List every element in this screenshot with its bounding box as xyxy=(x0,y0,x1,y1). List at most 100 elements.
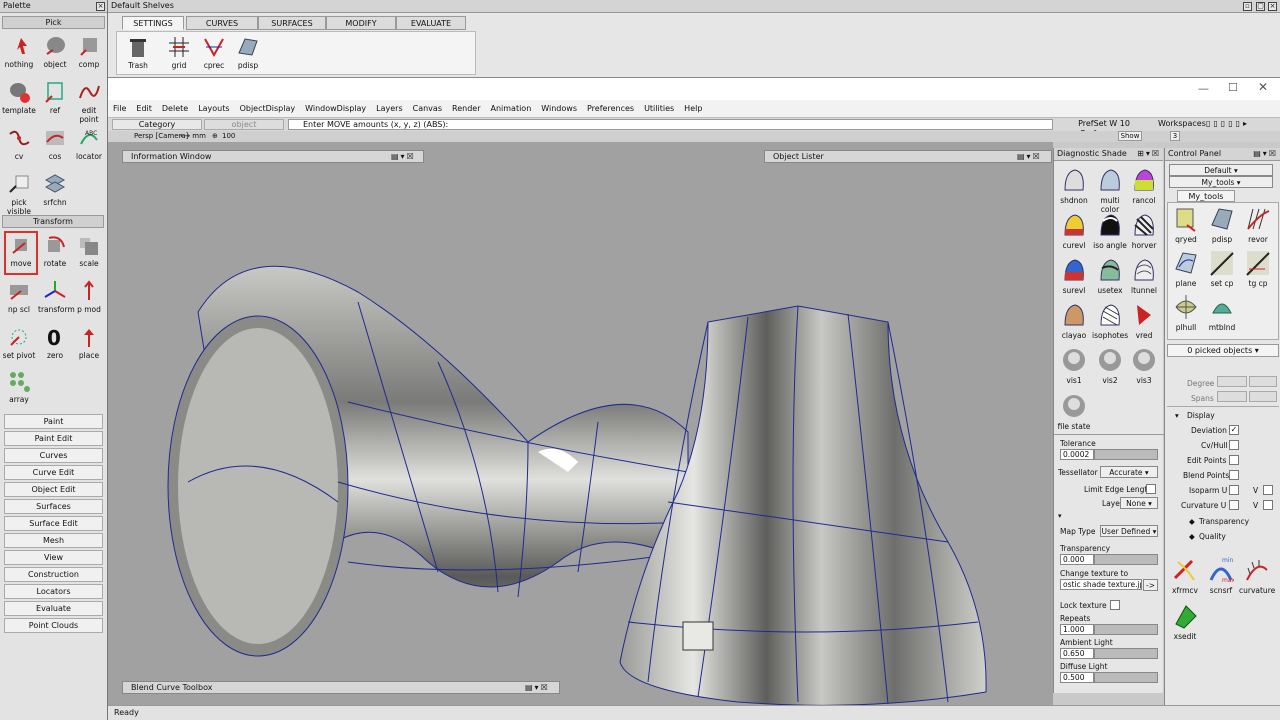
limit-edge-checkbox[interactable] xyxy=(1146,484,1156,494)
isoparm-v-checkbox[interactable] xyxy=(1263,485,1273,495)
tool-cprec[interactable]: cprec xyxy=(197,35,231,70)
tool-xsedit[interactable]: xsedit xyxy=(1167,602,1203,641)
tool-plane[interactable]: plane xyxy=(1168,249,1204,288)
tool-tg-cp[interactable]: tg cp xyxy=(1240,249,1276,288)
edit-points-checkbox[interactable] xyxy=(1229,455,1239,465)
tool-horver[interactable]: horver xyxy=(1126,211,1162,250)
menu-objectdisplay[interactable]: ObjectDisplay xyxy=(235,100,301,118)
texture-browse-button[interactable]: -> xyxy=(1143,579,1158,591)
expand-arrow-icon[interactable]: ◆ xyxy=(1189,532,1195,541)
tool-ref[interactable]: ref xyxy=(38,80,72,115)
texture-path-input[interactable]: ostic shade texture.jpg xyxy=(1060,579,1142,590)
close-icon[interactable]: × xyxy=(96,2,105,11)
menu-surface-edit[interactable]: Surface Edit xyxy=(4,516,103,531)
tool-iso-angle[interactable]: iso angle xyxy=(1092,211,1128,250)
map-type-select[interactable]: User Defined ▾ xyxy=(1100,525,1158,537)
menu-help[interactable]: Help xyxy=(679,100,707,118)
isoparm-u-checkbox[interactable] xyxy=(1229,485,1239,495)
menu-curve-edit[interactable]: Curve Edit xyxy=(4,465,103,480)
tool-plhull[interactable]: plhull xyxy=(1168,293,1204,332)
menu-view[interactable]: View xyxy=(4,550,103,565)
menu-delete[interactable]: Delete xyxy=(157,100,193,118)
menu-layouts[interactable]: Layouts xyxy=(193,100,234,118)
curvature-v-checkbox[interactable] xyxy=(1263,500,1273,510)
menu-point-clouds[interactable]: Point Clouds xyxy=(4,618,103,633)
preset-select[interactable]: Default ▾ xyxy=(1169,164,1273,176)
tool-vred[interactable]: vred xyxy=(1126,301,1162,340)
close-icon[interactable]: ✕ xyxy=(1258,80,1268,94)
object-lister-bar[interactable]: Object Lister ▤▾☒ xyxy=(764,150,1052,163)
tool-clayao[interactable]: clayao xyxy=(1056,301,1092,340)
tool-place[interactable]: place xyxy=(72,325,106,360)
expand-arrow-icon[interactable]: ◆ xyxy=(1189,517,1195,526)
menu-animation[interactable]: Animation xyxy=(485,100,536,118)
diffuse-light-input[interactable]: 0.500 xyxy=(1060,672,1094,683)
repeats-slider[interactable] xyxy=(1094,624,1158,635)
tool-array[interactable]: array xyxy=(2,369,36,404)
tab-modify[interactable]: MODIFY xyxy=(326,16,396,30)
degree-input-v[interactable] xyxy=(1249,376,1277,387)
ambient-light-slider[interactable] xyxy=(1094,648,1158,659)
layer-select[interactable]: None ▾ xyxy=(1120,497,1158,509)
tool-vis2[interactable]: vis2 xyxy=(1092,346,1128,385)
menu-paint[interactable]: Paint xyxy=(4,414,103,429)
tool-locator[interactable]: ABC locator xyxy=(72,126,106,161)
spans-input-v[interactable] xyxy=(1249,391,1277,402)
tool-curevl[interactable]: curevl xyxy=(1056,211,1092,250)
tool-nothing[interactable]: nothing xyxy=(2,34,36,69)
tool-vis1[interactable]: vis1 xyxy=(1056,346,1092,385)
cv-hull-checkbox[interactable] xyxy=(1229,440,1239,450)
menu-object-edit[interactable]: Object Edit xyxy=(4,482,103,497)
tool-srfchn[interactable]: srfchn xyxy=(38,172,72,207)
tool-trash[interactable]: Trash xyxy=(121,35,155,70)
tool-pdisp[interactable]: pdisp xyxy=(1204,205,1240,244)
minimize-icon[interactable]: ▫ xyxy=(1243,2,1252,11)
menu-preferences[interactable]: Preferences xyxy=(582,100,639,118)
deviation-checkbox[interactable]: ✓ xyxy=(1229,425,1239,435)
hourglass-surface[interactable] xyxy=(167,265,689,657)
menu-layers[interactable]: Layers xyxy=(371,100,407,118)
transparency-section[interactable]: Transparency xyxy=(1199,517,1249,526)
tool-isophotes[interactable]: isophotes xyxy=(1092,301,1128,340)
curvature-u-checkbox[interactable] xyxy=(1229,500,1239,510)
tab-curves[interactable]: CURVES xyxy=(186,16,258,30)
transform-section-header[interactable]: Transform xyxy=(2,215,104,228)
window-controls-icon[interactable]: ▤▾☒ xyxy=(391,151,416,162)
spans-input[interactable] xyxy=(1217,391,1247,402)
workspaces-label[interactable]: Workspaces xyxy=(1158,119,1206,130)
window-controls-icon[interactable]: ▤▾☒ xyxy=(1253,148,1280,160)
menu-construction[interactable]: Construction xyxy=(4,567,103,582)
tool-p-mod[interactable]: p mod xyxy=(72,279,106,314)
tool-grid[interactable]: grid xyxy=(162,35,196,70)
menu-evaluate[interactable]: Evaluate xyxy=(4,601,103,616)
menu-locators[interactable]: Locators xyxy=(4,584,103,599)
tool-mtblnd[interactable]: mtblnd xyxy=(1204,293,1240,332)
transparency-input[interactable]: 0.000 xyxy=(1060,554,1094,565)
vase-surface[interactable] xyxy=(619,305,987,706)
tool-ltunnel[interactable]: ltunnel xyxy=(1126,256,1162,295)
diffuse-light-slider[interactable] xyxy=(1094,672,1158,683)
tool-revor[interactable]: revor xyxy=(1240,205,1276,244)
tab-surfaces[interactable]: SURFACES xyxy=(258,16,326,30)
menu-edit[interactable]: Edit xyxy=(131,100,157,118)
lock-texture-checkbox[interactable] xyxy=(1110,600,1120,610)
menu-file[interactable]: File xyxy=(108,100,131,118)
tool-curvature[interactable]: curvature xyxy=(1239,556,1275,595)
information-window-bar[interactable]: Information Window ▤▾☒ xyxy=(122,150,424,163)
tool-rancol[interactable]: rancol xyxy=(1126,166,1162,205)
degree-input[interactable] xyxy=(1217,376,1247,387)
repeats-input[interactable]: 1.000 xyxy=(1060,624,1094,635)
prompt-input[interactable]: Enter MOVE amounts (x, y, z) (ABS): xyxy=(288,119,1053,130)
blend-points-checkbox[interactable] xyxy=(1229,470,1239,480)
category-label[interactable]: Category xyxy=(112,119,202,130)
minimize-icon[interactable]: — xyxy=(1198,82,1209,95)
window-controls-icon[interactable]: ▤▾☒ xyxy=(525,682,550,693)
close-icon[interactable]: × xyxy=(1268,2,1277,11)
menu-windowdisplay[interactable]: WindowDisplay xyxy=(300,100,371,118)
menu-mesh[interactable]: Mesh xyxy=(4,533,103,548)
tool-set-pivot[interactable]: set pivot xyxy=(2,325,36,360)
show-button[interactable]: Show xyxy=(1118,131,1142,141)
tool-pdisp[interactable]: pdisp xyxy=(231,35,265,70)
tool-cos[interactable]: cos xyxy=(38,126,72,161)
tool-set-cp[interactable]: set cp xyxy=(1204,249,1240,288)
